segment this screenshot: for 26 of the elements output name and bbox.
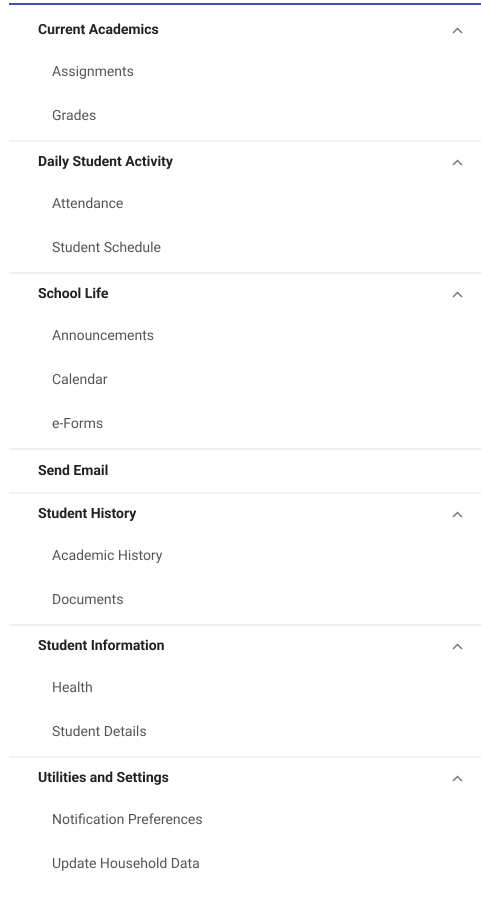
chevron-up-icon xyxy=(452,642,463,650)
menu-link[interactable]: Academic History xyxy=(52,546,162,566)
chevron-up-icon xyxy=(452,290,463,298)
menu-link[interactable]: Assignments xyxy=(52,62,134,82)
chevron-up-icon xyxy=(452,158,463,166)
section-header[interactable]: Student History xyxy=(9,494,481,534)
menu-link[interactable]: Notification Preferences xyxy=(52,810,203,830)
menu-link[interactable]: Student Details xyxy=(52,722,147,742)
menu-link[interactable]: Announcements xyxy=(52,326,154,346)
menu-link[interactable]: Grades xyxy=(52,106,96,126)
menu-link[interactable]: Update Household Data xyxy=(52,854,200,874)
menu-link[interactable]: Health xyxy=(52,678,93,698)
section-header[interactable]: School Life xyxy=(9,274,481,314)
section-header[interactable]: Student Information xyxy=(9,626,481,666)
menu-link[interactable]: Calendar xyxy=(52,370,108,390)
menu-link[interactable]: e-Forms xyxy=(52,414,104,434)
menu-link[interactable]: Student Schedule xyxy=(52,238,161,258)
chevron-up-icon xyxy=(452,26,463,34)
section-header[interactable]: Utilities and Settings xyxy=(9,758,481,798)
menu-link[interactable]: Attendance xyxy=(52,194,124,214)
section-header[interactable]: Current Academics xyxy=(9,10,481,50)
section-link[interactable]: Send Email xyxy=(38,460,108,482)
chevron-up-icon xyxy=(452,510,463,518)
section-header[interactable]: Daily Student Activity xyxy=(9,142,481,182)
chevron-up-icon xyxy=(452,774,463,782)
menu-link[interactable]: Documents xyxy=(52,590,124,610)
